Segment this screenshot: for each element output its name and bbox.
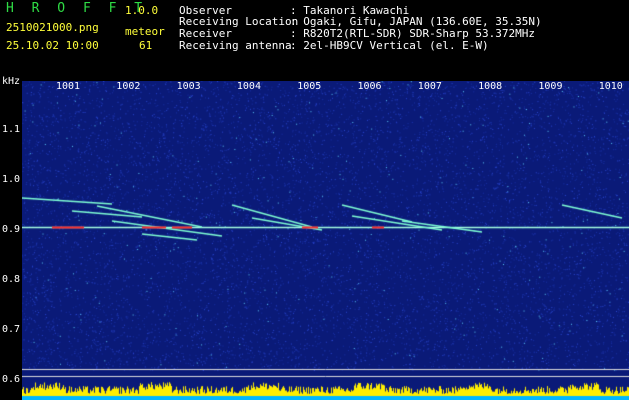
x-tick-label: 1008 (478, 81, 503, 92)
y-axis-unit: kHz (2, 76, 21, 87)
spectrogram (22, 81, 629, 400)
capture-datetime: 25.10.02 10:00 (6, 39, 99, 52)
x-tick-label: 1002 (116, 81, 141, 92)
x-tick-label: 1010 (598, 81, 623, 92)
x-tick-label: 1006 (357, 81, 382, 92)
meteor-count: 61 (139, 39, 153, 52)
y-tick-label: 1.0 (2, 174, 21, 185)
y-tick-label: 0.7 (2, 324, 21, 335)
x-tick-label: 1004 (236, 81, 261, 92)
y-tick-label: 0.8 (2, 274, 21, 285)
meteor-label: meteor (125, 25, 165, 38)
x-tick-label: 1001 (56, 81, 81, 92)
antenna-value: : 2el-HB9CV Vertical (el. E-W) (290, 39, 489, 52)
app-version: 1.0.0 (125, 4, 159, 17)
y-tick-label: 1.1 (2, 124, 21, 135)
antenna-label: Receiving antenna (179, 39, 292, 52)
y-tick-label: 0.9 (2, 224, 21, 235)
x-tick-label: 1009 (538, 81, 563, 92)
x-tick-label: 1007 (417, 81, 442, 92)
file-name: 2510021000.png (6, 21, 99, 34)
x-tick-label: 1005 (297, 81, 322, 92)
y-tick-label: 0.6 (2, 374, 21, 385)
x-tick-label: 1003 (176, 81, 201, 92)
